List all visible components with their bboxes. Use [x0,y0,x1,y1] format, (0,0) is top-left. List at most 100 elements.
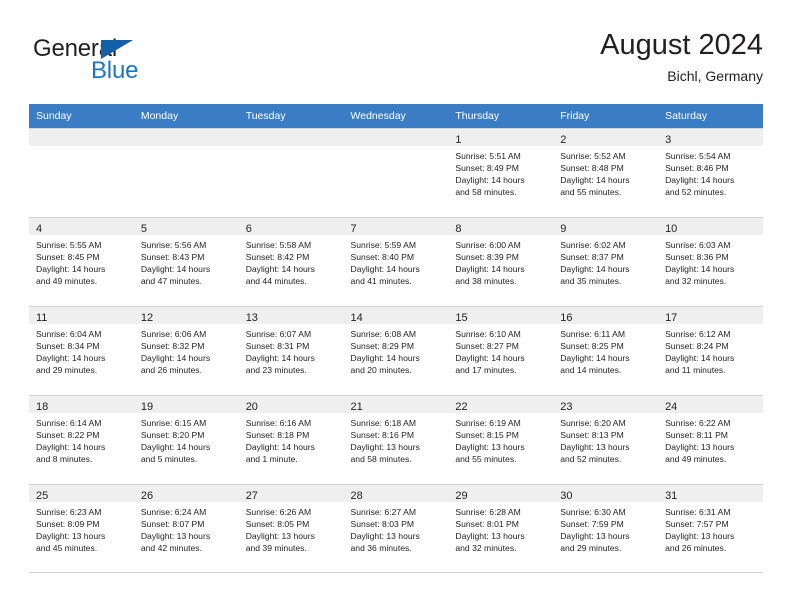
day-cell[interactable]: 24 Sunrise: 6:22 AM Sunset: 8:11 PM Dayligh… [658,395,763,484]
day-number: 26 [140,490,154,502]
day-number-bar: 7 [343,218,449,235]
daylight-text-line1: Daylight: 14 hours [665,264,735,275]
calendar-cell-day: 24 Sunrise: 6:22 AM Sunset: 8:11 PM Dayligh… [658,395,763,484]
day-cell[interactable]: 27 Sunrise: 6:26 AM Sunset: 8:05 PM Dayligh… [238,484,344,573]
day-cell[interactable]: 17 Sunrise: 6:12 AM Sunset: 8:24 PM Dayligh… [658,306,763,395]
sunset-text: Sunset: 8:36 PM [665,252,729,263]
day-cell[interactable]: 16 Sunrise: 6:11 AM Sunset: 8:25 PM Dayligh… [553,306,659,395]
location-subtitle: Bichl, Germany [667,68,763,84]
day-number: 6 [245,223,252,235]
day-cell[interactable]: 26 Sunrise: 6:24 AM Sunset: 8:07 PM Dayligh… [133,484,239,573]
day-number: 27 [245,490,258,502]
sunrise-text: Sunrise: 6:20 AM [560,418,626,428]
day-cell[interactable]: 1 Sunrise: 5:51 AM Sunset: 8:49 PM Daylight… [448,128,554,217]
page-header: General Blue August 2024 Bichl, Germany [29,28,763,96]
day-cell[interactable]: 25 Sunrise: 6:23 AM Sunset: 8:09 PM Dayligh… [29,484,134,573]
day-cell[interactable]: 7 Sunrise: 5:59 AM Sunset: 8:40 PM Daylight… [343,217,449,306]
empty-day-cell [238,128,344,217]
daylight-text-line2: and 26 minutes. [140,365,202,376]
calendar-cell-day: 28 Sunrise: 6:27 AM Sunset: 8:03 PM Dayligh… [343,484,449,573]
day-cell[interactable]: 14 Sunrise: 6:08 AM Sunset: 8:29 PM Dayligh… [343,306,449,395]
day-cell[interactable]: 6 Sunrise: 5:58 AM Sunset: 8:42 PM Daylight… [238,217,344,306]
day-number: 9 [560,223,567,235]
sunset-text: Sunset: 8:43 PM [140,252,205,263]
sunset-text: Sunset: 8:39 PM [455,252,519,263]
day-number: 18 [36,401,49,413]
day-cell[interactable]: 22 Sunrise: 6:19 AM Sunset: 8:15 PM Dayligh… [448,395,554,484]
sunset-text: Sunset: 8:24 PM [665,341,729,352]
calendar-cell-day: 14 Sunrise: 6:08 AM Sunset: 8:29 PM Dayligh… [343,306,449,395]
day-cell[interactable]: 15 Sunrise: 6:10 AM Sunset: 8:27 PM Dayligh… [448,306,554,395]
day-cell[interactable]: 10 Sunrise: 6:03 AM Sunset: 8:36 PM Dayligh… [658,217,763,306]
sunrise-text: Sunrise: 6:12 AM [665,329,731,339]
day-number: 20 [245,401,258,413]
day-cell[interactable]: 23 Sunrise: 6:20 AM Sunset: 8:13 PM Dayligh… [553,395,659,484]
day-details: Sunrise: 5:52 AM Sunset: 8:48 PM Daylight:… [553,146,658,198]
sunrise-text: Sunrise: 5:51 AM [455,151,521,161]
day-cell[interactable]: 19 Sunrise: 6:15 AM Sunset: 8:20 PM Dayligh… [133,395,239,484]
sunset-text: Sunset: 8:18 PM [245,430,310,441]
calendar-cell-day: 1 Sunrise: 5:51 AM Sunset: 8:49 PM Daylight… [448,128,554,217]
day-details: Sunrise: 6:27 AM Sunset: 8:03 PM Daylight:… [344,502,449,554]
daylight-text-line2: and 45 minutes. [36,543,98,554]
daylight-text-line2: and 52 minutes. [665,187,727,198]
calendar-cell-day: 15 Sunrise: 6:10 AM Sunset: 8:27 PM Dayligh… [448,306,554,395]
sunrise-text: Sunrise: 6:14 AM [36,418,102,428]
day-number-bar [29,129,134,146]
day-number-bar: 13 [238,307,344,324]
day-number: 4 [36,223,43,235]
day-number-bar: 4 [29,218,134,235]
day-cell[interactable]: 31 Sunrise: 6:31 AM Sunset: 7:57 PM Dayligh… [658,484,763,573]
day-cell[interactable]: 8 Sunrise: 6:00 AM Sunset: 8:39 PM Daylight… [448,217,554,306]
day-details: Sunrise: 6:02 AM Sunset: 8:37 PM Daylight:… [553,235,658,287]
day-number-bar: 19 [133,396,239,413]
day-details: Sunrise: 5:54 AM Sunset: 8:46 PM Daylight:… [658,146,763,198]
day-cell[interactable]: 4 Sunrise: 5:55 AM Sunset: 8:45 PM Daylight… [29,217,134,306]
sunrise-text: Sunrise: 6:00 AM [455,240,521,250]
daylight-text-line2: and 39 minutes. [245,543,307,554]
daylight-text-line1: Daylight: 14 hours [36,442,106,453]
day-number: 12 [140,312,154,324]
day-number: 30 [560,490,573,502]
calendar-cell-day: 23 Sunrise: 6:20 AM Sunset: 8:13 PM Dayligh… [553,395,659,484]
day-number: 21 [350,401,363,413]
calendar-page: General Blue August 2024 Bichl, Germany … [0,0,792,612]
daylight-text-line2: and 20 minutes. [350,365,412,376]
day-cell[interactable]: 20 Sunrise: 6:16 AM Sunset: 8:18 PM Dayligh… [238,395,344,484]
general-blue-logo[interactable]: General Blue [33,36,233,92]
day-cell[interactable]: 5 Sunrise: 5:56 AM Sunset: 8:43 PM Daylight… [133,217,239,306]
day-number-bar: 8 [448,218,554,235]
day-cell[interactable]: 9 Sunrise: 6:02 AM Sunset: 8:37 PM Daylight… [553,217,659,306]
sunrise-text: Sunrise: 5:59 AM [350,240,416,250]
day-cell[interactable]: 28 Sunrise: 6:27 AM Sunset: 8:03 PM Dayligh… [343,484,449,573]
calendar-cell-day: 9 Sunrise: 6:02 AM Sunset: 8:37 PM Daylight… [553,217,659,306]
day-number-bar: 16 [553,307,659,324]
day-cell[interactable]: 3 Sunrise: 5:54 AM Sunset: 8:46 PM Daylight… [658,128,763,217]
day-cell[interactable]: 11 Sunrise: 6:04 AM Sunset: 8:34 PM Dayligh… [29,306,134,395]
day-number-bar: 30 [553,485,659,502]
day-cell[interactable]: 12 Sunrise: 6:06 AM Sunset: 8:32 PM Dayligh… [133,306,239,395]
day-cell[interactable]: 21 Sunrise: 6:18 AM Sunset: 8:16 PM Dayligh… [343,395,449,484]
day-cell[interactable]: 2 Sunrise: 5:52 AM Sunset: 8:48 PM Daylight… [553,128,659,217]
day-number: 8 [455,223,462,235]
day-number: 23 [560,401,573,413]
daylight-text-line1: Daylight: 14 hours [455,353,525,364]
sunset-text: Sunset: 8:07 PM [140,519,205,530]
day-number: 2 [560,134,567,146]
calendar-cell-day: 22 Sunrise: 6:19 AM Sunset: 8:15 PM Dayligh… [448,395,554,484]
sunrise-text: Sunrise: 6:10 AM [455,329,521,339]
day-cell[interactable]: 13 Sunrise: 6:07 AM Sunset: 8:31 PM Dayligh… [238,306,344,395]
day-cell[interactable]: 30 Sunrise: 6:30 AM Sunset: 7:59 PM Dayligh… [553,484,659,573]
daylight-text-line1: Daylight: 14 hours [140,442,211,453]
sunrise-text: Sunrise: 6:11 AM [560,329,626,339]
day-cell[interactable]: 18 Sunrise: 6:14 AM Sunset: 8:22 PM Dayligh… [29,395,134,484]
sunset-text: Sunset: 8:22 PM [36,430,100,441]
day-details: Sunrise: 6:22 AM Sunset: 8:11 PM Daylight:… [658,413,763,465]
day-details: Sunrise: 6:23 AM Sunset: 8:09 PM Daylight:… [29,502,134,554]
day-cell[interactable]: 29 Sunrise: 6:28 AM Sunset: 8:01 PM Dayligh… [448,484,554,573]
daylight-text-line1: Daylight: 13 hours [350,442,420,453]
sunset-text: Sunset: 8:03 PM [350,519,415,530]
day-number-bar: 12 [133,307,239,324]
day-number: 25 [36,490,49,502]
daylight-text-line2: and 49 minutes. [36,276,98,287]
